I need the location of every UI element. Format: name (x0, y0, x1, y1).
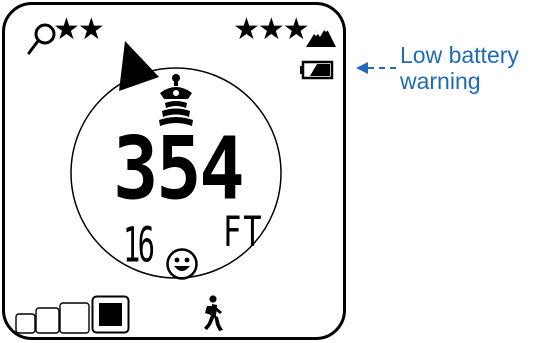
small-number: 16 (123, 216, 155, 274)
walking-person-icon (204, 295, 223, 331)
strength-box (15, 313, 36, 334)
distance-unit: FT (223, 207, 264, 257)
strength-box-filled (91, 295, 130, 334)
smiley-face-icon (166, 248, 198, 280)
distance-value: 354 (113, 120, 245, 221)
callout-arrow-icon (356, 62, 368, 74)
left-stars: ★★ (53, 13, 105, 46)
right-stars: ★★★ (233, 13, 310, 46)
strength-box (59, 302, 90, 334)
callout-line-1: Low battery (400, 42, 519, 68)
mountain-icon (306, 27, 336, 47)
strength-box (35, 307, 60, 334)
device-screen: ★★ ★★★ 354 16 FT (2, 2, 346, 340)
callout-line-2: warning (400, 68, 481, 94)
low-battery-callout: Low battery warning (400, 42, 519, 94)
callout-dashed-line (368, 67, 396, 69)
low-battery-icon (300, 60, 334, 80)
